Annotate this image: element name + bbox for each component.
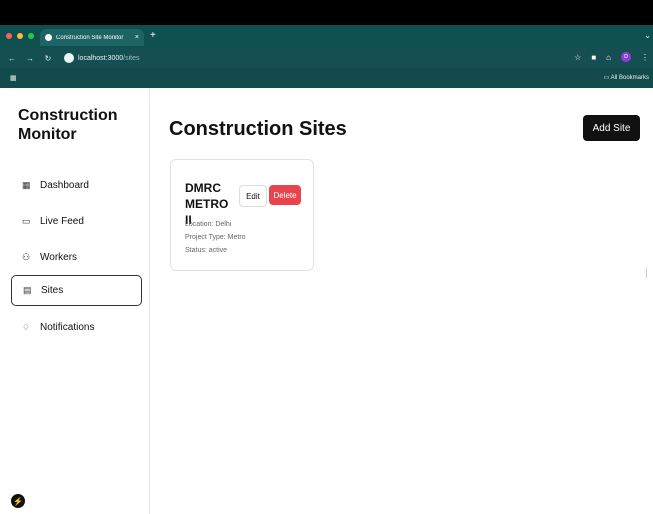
top-bar: [0, 0, 653, 25]
new-tab-button[interactable]: +: [150, 30, 156, 41]
url-text: localhost:3000/sites: [78, 55, 140, 62]
all-bookmarks-label: All Bookmarks: [610, 75, 649, 81]
url-path: /sites: [123, 54, 140, 62]
menu-icon[interactable]: ⋮: [641, 53, 649, 62]
sidebar: Construction Monitor ▦ Dashboard ▭ Live …: [0, 88, 150, 514]
page-title: Construction Sites: [169, 118, 347, 140]
browser-tab-bar: Construction Site Monitor × + ⌄: [0, 25, 653, 48]
add-site-button[interactable]: Add Site: [583, 115, 640, 141]
profile-avatar[interactable]: D: [621, 52, 631, 62]
star-icon[interactable]: ☆: [574, 53, 581, 62]
sidebar-item-label: Live Feed: [40, 216, 84, 227]
dev-tools-icon[interactable]: ⚡: [11, 494, 25, 508]
sidebar-item-notifications[interactable]: ♢ Notifications: [11, 312, 142, 343]
apps-icon[interactable]: ▦: [10, 74, 17, 82]
url-host: localhost:3000: [78, 54, 124, 62]
minimize-window-button[interactable]: [17, 33, 23, 39]
close-window-button[interactable]: [6, 33, 12, 39]
site-project-type: Project Type: Metro: [185, 234, 246, 241]
sidebar-item-workers[interactable]: ⚇ Workers: [11, 242, 142, 273]
url-field[interactable]: localhost:3000/sites: [64, 53, 140, 63]
app-title: Construction Monitor: [18, 107, 118, 143]
tab-dropdown-icon[interactable]: ⌄: [644, 31, 651, 40]
main-content: Construction Sites Add Site DMRC METRO I…: [150, 88, 653, 514]
users-icon: ⚇: [22, 252, 31, 262]
extension-icon[interactable]: ■: [591, 53, 596, 62]
browser-tab[interactable]: Construction Site Monitor ×: [40, 29, 144, 46]
bell-icon: ♢: [22, 322, 31, 332]
sidebar-item-sites[interactable]: ▤ Sites: [11, 275, 142, 306]
folder-icon: ▭: [603, 75, 610, 81]
side-panel-handle[interactable]: [646, 268, 653, 278]
tab-close-icon[interactable]: ×: [135, 34, 139, 41]
sidebar-item-label: Notifications: [40, 322, 95, 333]
grid-icon: ▦: [22, 180, 31, 190]
sidebar-item-dashboard[interactable]: ▦ Dashboard: [11, 170, 142, 201]
forward-icon[interactable]: →: [24, 54, 36, 63]
address-bar: ← → ↻ localhost:3000/sites ☆ ■ ⌂ D ⋮: [0, 48, 653, 68]
sidebar-item-live-feed[interactable]: ▭ Live Feed: [11, 206, 142, 237]
site-info-icon[interactable]: [64, 53, 74, 63]
tab-title: Construction Site Monitor: [56, 34, 124, 41]
building-icon: ▤: [23, 285, 32, 295]
bookmarks-bar: ▦ ▭ All Bookmarks: [0, 68, 653, 88]
site-status: Status: active: [185, 247, 228, 254]
maximize-window-button[interactable]: [28, 33, 34, 39]
puzzle-icon[interactable]: ⌂: [606, 53, 611, 62]
site-card: DMRC METRO II Edit Delete Location: Delh…: [170, 159, 314, 271]
reload-icon[interactable]: ↻: [42, 54, 54, 63]
camera-icon: ▭: [22, 216, 31, 226]
delete-button[interactable]: Delete: [269, 185, 301, 205]
favicon-icon: [45, 34, 52, 41]
browser-toolbar-right: ☆ ■ ⌂ D ⋮: [574, 52, 649, 62]
sidebar-item-label: Workers: [40, 252, 78, 263]
window-controls: [6, 33, 34, 39]
sidebar-item-label: Dashboard: [40, 180, 89, 191]
all-bookmarks-button[interactable]: ▭ All Bookmarks: [604, 74, 649, 81]
site-location: Location: Delhi: [185, 221, 232, 228]
sidebar-item-label: Sites: [41, 285, 64, 296]
back-icon[interactable]: ←: [6, 54, 18, 63]
edit-button[interactable]: Edit: [239, 185, 267, 207]
